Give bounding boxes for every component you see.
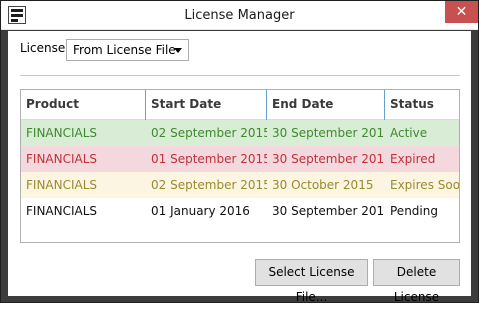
license-source-value: From License File: [73, 43, 176, 57]
cell-start-date: 02 September 2015: [151, 126, 267, 140]
column-header-start-date[interactable]: Start Date: [146, 90, 267, 120]
cell-status: Expired: [390, 152, 436, 166]
separator: [20, 75, 460, 76]
title-bar: License Manager ✕: [1, 1, 478, 30]
cell-status: Pending: [390, 204, 438, 218]
cell-end-date: 30 September 2016: [272, 204, 385, 218]
client-area: License: From License File Product Start…: [8, 31, 471, 304]
window-title: License Manager: [184, 8, 295, 23]
table-row[interactable]: FINANCIALS 01 September 2015 30 September …: [21, 146, 459, 172]
cell-product: FINANCIALS: [26, 204, 98, 218]
column-header-status[interactable]: Status: [385, 90, 459, 120]
cell-start-date: 01 September 2015: [151, 152, 267, 166]
chevron-down-icon: [174, 48, 182, 53]
cell-end-date: 30 October 2015: [272, 178, 374, 192]
table-row[interactable]: FINANCIALS 01 January 2016 30 September 20…: [21, 198, 459, 224]
table-row[interactable]: FINANCIALS 02 September 2015 30 October 20…: [21, 172, 459, 198]
cell-status: Expires Soon: [390, 178, 459, 192]
license-manager-window: License Manager ✕ License: From License …: [0, 0, 479, 304]
cell-product: FINANCIALS: [26, 126, 98, 140]
column-header-end-date[interactable]: End Date: [267, 90, 385, 120]
delete-license-button[interactable]: Delete License: [373, 259, 460, 304]
select-license-file-button[interactable]: Select License File...: [255, 259, 368, 304]
table-row[interactable]: FINANCIALS 02 September 2015 30 September …: [21, 120, 459, 146]
grid-rows: FINANCIALS 02 September 2015 30 September …: [21, 120, 459, 224]
license-label: License:: [20, 41, 70, 55]
cell-end-date: 30 September 2016: [272, 152, 385, 166]
cell-product: FINANCIALS: [26, 178, 98, 192]
license-grid[interactable]: Product Start Date End Date Status FINAN…: [20, 89, 460, 243]
cell-status: Active: [390, 126, 428, 140]
close-button[interactable]: ✕: [445, 1, 478, 23]
cell-start-date: 01 January 2016: [151, 204, 250, 218]
column-header-product[interactable]: Product: [21, 90, 146, 120]
grid-header: Product Start Date End Date Status: [21, 90, 459, 120]
cell-product: FINANCIALS: [26, 152, 98, 166]
cell-start-date: 02 September 2015: [151, 178, 267, 192]
license-source-select[interactable]: From License File: [66, 39, 189, 61]
cell-end-date: 30 September 2016: [272, 126, 385, 140]
